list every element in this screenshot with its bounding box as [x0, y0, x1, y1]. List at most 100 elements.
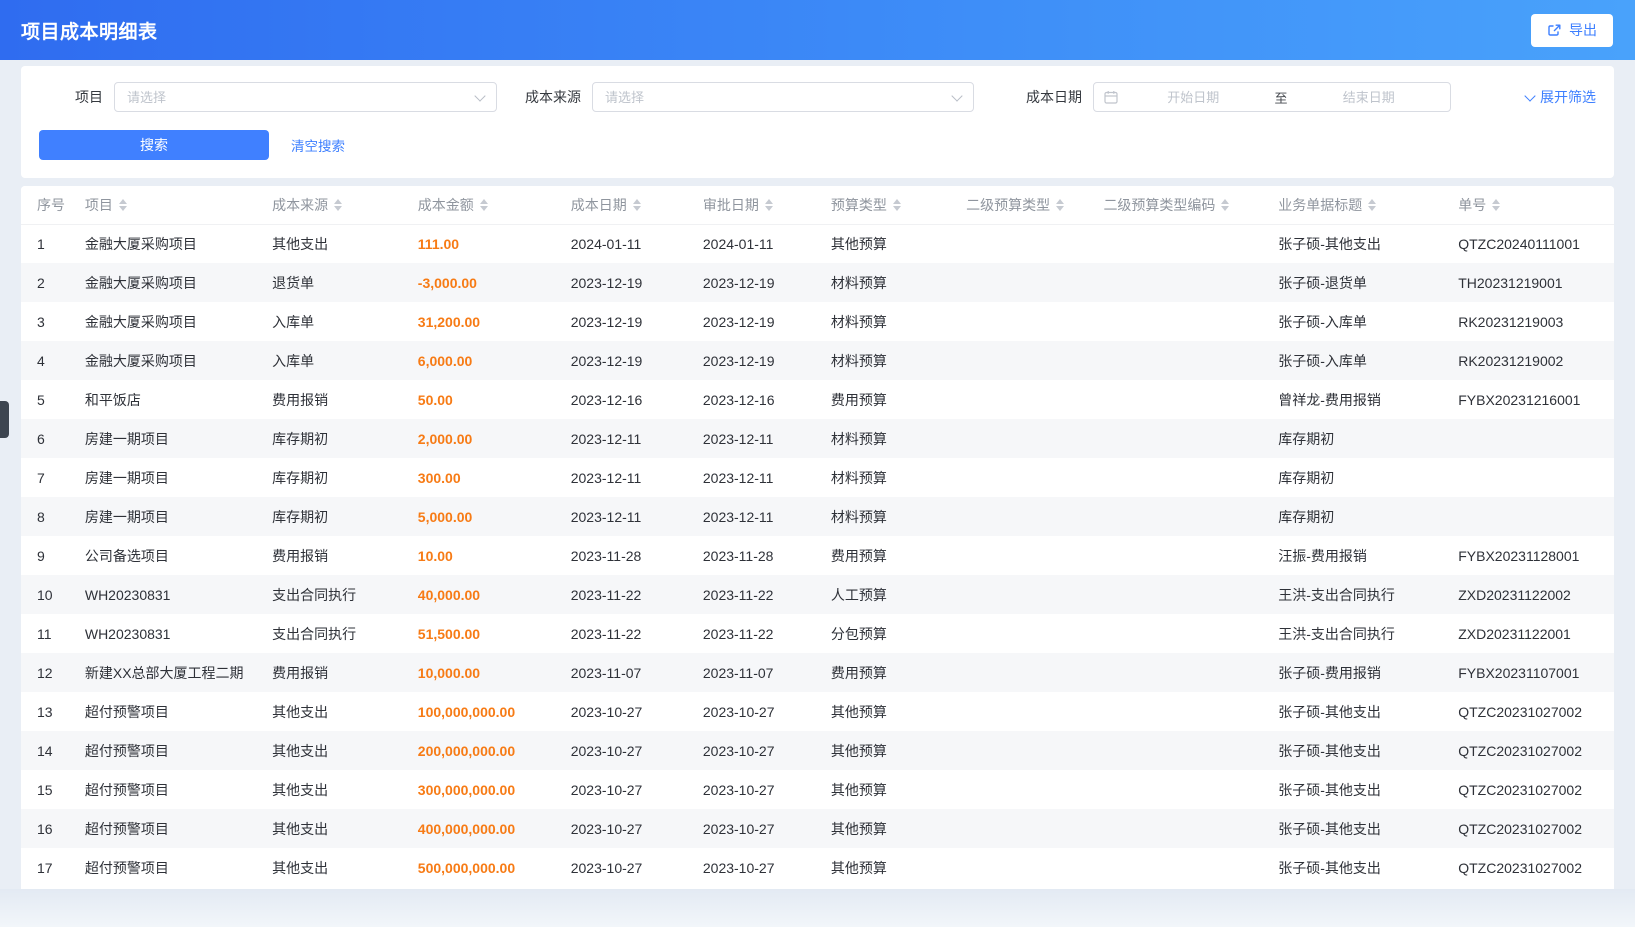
project-select[interactable] — [114, 82, 497, 112]
table-row[interactable]: 11WH20230831支出合同执行51,500.002023-11-22202… — [21, 614, 1614, 653]
table-row[interactable]: 5和平饭店费用报销50.002023-12-162023-12-16费用预算曾祥… — [21, 380, 1614, 419]
cell-sub_budget_type_code — [1087, 614, 1262, 653]
cell-amount: 111.00 — [402, 224, 555, 263]
cell-doc_title: 库存期初 — [1262, 497, 1442, 536]
cell-sub_budget_type_code — [1087, 536, 1262, 575]
cell-doc_title: 张子硕-其他支出 — [1262, 731, 1442, 770]
cell-project: 公司备选项目 — [69, 536, 256, 575]
table-row[interactable]: 1金融大厦采购项目其他支出111.002024-01-112024-01-11其… — [21, 224, 1614, 263]
column-header-doc_title[interactable]: 业务单据标题 — [1262, 186, 1442, 224]
table-row[interactable]: 13超付预警项目其他支出100,000,000.002023-10-272023… — [21, 692, 1614, 731]
table-row[interactable]: 16超付预警项目其他支出400,000,000.002023-10-272023… — [21, 809, 1614, 848]
chevron-down-icon — [951, 90, 962, 101]
cell-cost_date: 2023-12-11 — [555, 458, 687, 497]
cell-cost_date: 2023-10-27 — [555, 731, 687, 770]
cell-budget_type: 其他预算 — [815, 224, 950, 263]
column-header-amount[interactable]: 成本金额 — [402, 186, 555, 224]
column-header-budget_type[interactable]: 预算类型 — [815, 186, 950, 224]
cell-amount: 50.00 — [402, 380, 555, 419]
export-button[interactable]: 导出 — [1531, 14, 1613, 47]
cell-doc_no: FYBX20231216001 — [1442, 380, 1614, 419]
cell-sub_budget_type — [950, 536, 1087, 575]
cell-index: 15 — [21, 770, 69, 809]
sort-icon[interactable] — [334, 199, 342, 211]
table-row[interactable]: 15超付预警项目其他支出300,000,000.002023-10-272023… — [21, 770, 1614, 809]
column-header-source[interactable]: 成本来源 — [256, 186, 402, 224]
sort-icon[interactable] — [1492, 199, 1500, 211]
cell-sub_budget_type — [950, 263, 1087, 302]
sort-icon[interactable] — [1368, 199, 1376, 211]
cell-approval_date: 2023-11-28 — [687, 536, 815, 575]
clear-search-link[interactable]: 清空搜索 — [291, 135, 345, 155]
cell-amount: 10.00 — [402, 536, 555, 575]
cell-doc_title: 王洪-支出合同执行 — [1262, 614, 1442, 653]
cell-index: 2 — [21, 263, 69, 302]
cell-approval_date: 2023-11-22 — [687, 575, 815, 614]
column-header-sub_budget_type[interactable]: 二级预算类型 — [950, 186, 1087, 224]
cell-sub_budget_type — [950, 653, 1087, 692]
sort-icon[interactable] — [480, 199, 488, 211]
sort-icon[interactable] — [633, 199, 641, 211]
table-row[interactable]: 6房建一期项目库存期初2,000.002023-12-112023-12-11材… — [21, 419, 1614, 458]
sort-icon[interactable] — [1056, 199, 1064, 211]
cell-index: 6 — [21, 419, 69, 458]
cell-index: 14 — [21, 731, 69, 770]
cell-doc_title: 库存期初 — [1262, 458, 1442, 497]
table-row[interactable]: 10WH20230831支出合同执行40,000.002023-11-22202… — [21, 575, 1614, 614]
cell-sub_budget_type_code — [1087, 692, 1262, 731]
cell-sub_budget_type_code — [1087, 263, 1262, 302]
table-row[interactable]: 17超付预警项目其他支出500,000,000.002023-10-272023… — [21, 848, 1614, 887]
table-row[interactable]: 4金融大厦采购项目入库单6,000.002023-12-192023-12-19… — [21, 341, 1614, 380]
cell-sub_budget_type_code — [1087, 497, 1262, 536]
column-header-doc_no[interactable]: 单号 — [1442, 186, 1614, 224]
cell-cost_date: 2024-01-11 — [555, 224, 687, 263]
source-select[interactable] — [592, 82, 974, 112]
drawer-handle[interactable] — [0, 401, 9, 438]
top-header: 项目成本明细表 导出 — [0, 0, 1635, 60]
column-header-approval_date[interactable]: 审批日期 — [687, 186, 815, 224]
project-filter-label: 项目 — [75, 87, 103, 107]
cell-doc_no: FYBX20231128001 — [1442, 536, 1614, 575]
table-row[interactable]: 14超付预警项目其他支出200,000,000.002023-10-272023… — [21, 731, 1614, 770]
sort-icon[interactable] — [893, 199, 901, 211]
column-header-sub_budget_type_code[interactable]: 二级预算类型编码 — [1087, 186, 1262, 224]
table-row[interactable]: 12新建XX总部大厦工程二期费用报销10,000.002023-11-07202… — [21, 653, 1614, 692]
cell-sub_budget_type_code — [1087, 419, 1262, 458]
cell-project: 金融大厦采购项目 — [69, 302, 256, 341]
cell-project: 金融大厦采购项目 — [69, 263, 256, 302]
table-row[interactable]: 7房建一期项目库存期初300.002023-12-112023-12-11材料预… — [21, 458, 1614, 497]
project-select-input[interactable] — [127, 90, 466, 105]
table-row[interactable]: 3金融大厦采购项目入库单31,200.002023-12-192023-12-1… — [21, 302, 1614, 341]
table-row[interactable]: 9公司备选项目费用报销10.002023-11-282023-11-28费用预算… — [21, 536, 1614, 575]
column-header-project[interactable]: 项目 — [69, 186, 256, 224]
cell-source: 其他支出 — [256, 770, 402, 809]
cell-project: 超付预警项目 — [69, 770, 256, 809]
column-header-cost_date[interactable]: 成本日期 — [555, 186, 687, 224]
cell-budget_type: 材料预算 — [815, 497, 950, 536]
cell-source: 入库单 — [256, 341, 402, 380]
cell-budget_type: 费用预算 — [815, 536, 950, 575]
sort-icon[interactable] — [765, 199, 773, 211]
table-row[interactable]: 2金融大厦采购项目退货单-3,000.002023-12-192023-12-1… — [21, 263, 1614, 302]
date-range-picker[interactable]: 至 — [1093, 82, 1451, 112]
sort-icon[interactable] — [119, 199, 127, 211]
cell-project: 超付预警项目 — [69, 848, 256, 887]
cell-doc_title: 张子硕-其他支出 — [1262, 692, 1442, 731]
filter-row: 项目 成本来源 成本日期 — [39, 82, 1596, 112]
date-end-input[interactable] — [1298, 90, 1441, 105]
cell-index: 11 — [21, 614, 69, 653]
cost-table: 序号项目成本来源成本金额成本日期审批日期预算类型二级预算类型二级预算类型编码业务… — [21, 186, 1614, 887]
filter-group-source: 成本来源 — [525, 82, 974, 112]
search-button[interactable]: 搜索 — [39, 130, 269, 160]
cell-cost_date: 2023-10-27 — [555, 848, 687, 887]
table-row[interactable]: 8房建一期项目库存期初5,000.002023-12-112023-12-11材… — [21, 497, 1614, 536]
date-start-input[interactable] — [1122, 90, 1265, 105]
cell-source: 费用报销 — [256, 380, 402, 419]
cell-amount: 200,000,000.00 — [402, 731, 555, 770]
source-select-input[interactable] — [605, 90, 943, 105]
cell-index: 13 — [21, 692, 69, 731]
cell-amount: 5,000.00 — [402, 497, 555, 536]
cell-index: 16 — [21, 809, 69, 848]
expand-filter-link[interactable]: 展开筛选 — [1526, 87, 1596, 107]
sort-icon[interactable] — [1221, 199, 1229, 211]
